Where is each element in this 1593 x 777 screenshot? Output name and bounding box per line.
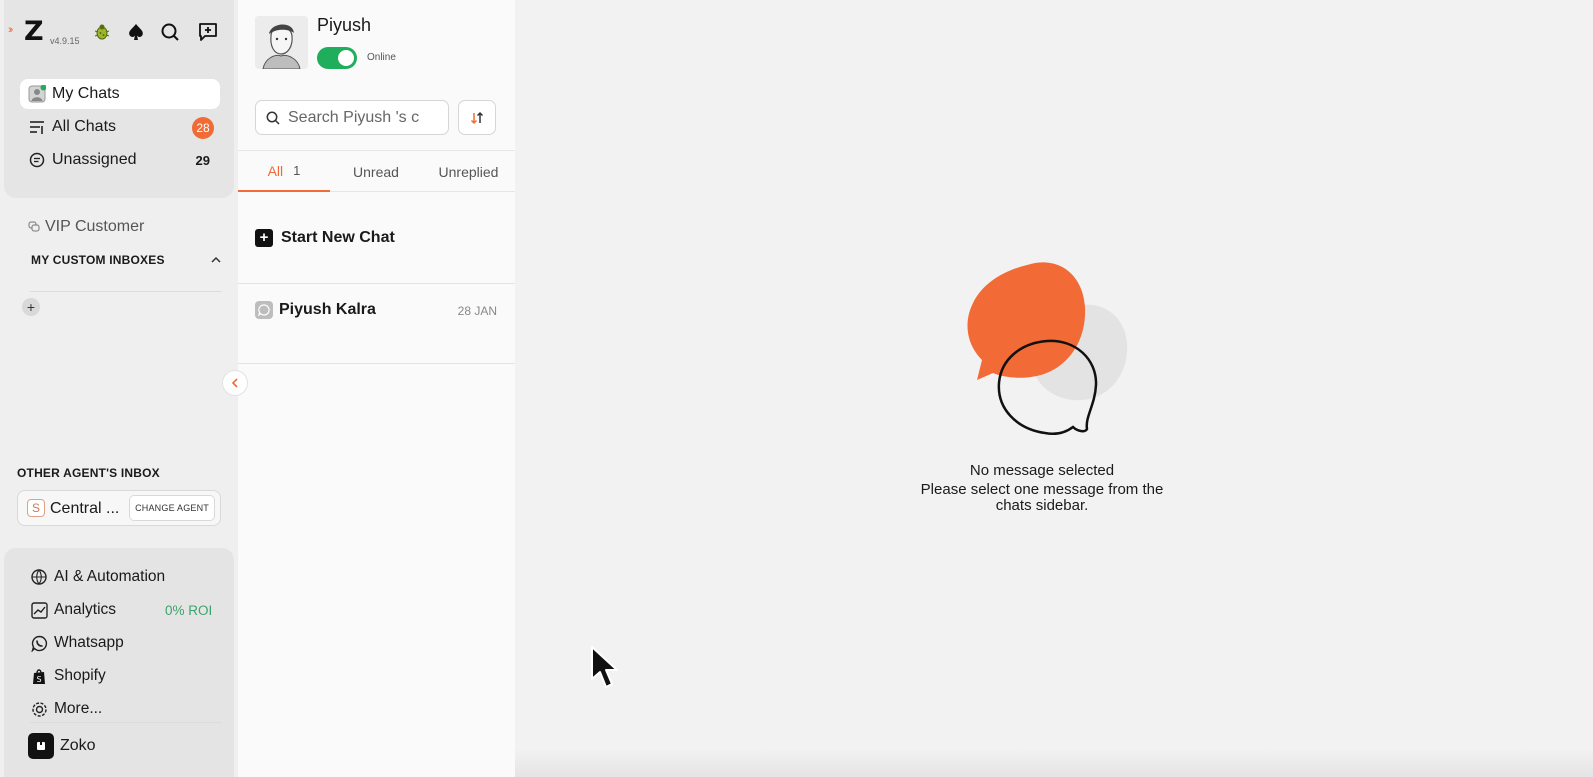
agent-selector[interactable]: S Central ... CHANGE AGENT — [17, 490, 221, 526]
tab-count: 1 — [293, 163, 301, 178]
app-version: v4.9.15 — [50, 36, 80, 46]
agent-name: Central ... — [50, 500, 120, 517]
divider — [30, 722, 222, 723]
bottom-fade — [515, 749, 1593, 777]
nav-ai-automation[interactable]: AI & Automation — [30, 565, 165, 589]
tab-label: Unread — [353, 163, 399, 180]
start-new-chat-label: Start New Chat — [281, 229, 395, 246]
nav-label: Analytics — [54, 601, 117, 618]
other-agents-heading: OTHER AGENT'S INBOX — [17, 466, 160, 480]
bug-icon[interactable] — [90, 20, 114, 44]
add-inbox-button[interactable]: + — [22, 298, 40, 316]
empty-state-line: Please select one message from the — [920, 481, 1164, 498]
svg-text:S: S — [36, 675, 41, 684]
chats-icon — [28, 221, 40, 233]
user-avatar-icon — [28, 85, 46, 103]
chat-list-panel: Piyush Online All 1 Unread Unreplied + S… — [238, 0, 515, 777]
online-status-toggle[interactable] — [317, 47, 357, 69]
empty-state-line: chats sidebar. — [995, 497, 1089, 514]
zoko-logo[interactable]: Z — [24, 18, 50, 46]
nav-label: Whatsapp — [54, 634, 124, 651]
brand-label: Zoko — [60, 737, 96, 754]
empty-chat-illustration — [967, 262, 1128, 435]
nav-item-label: My Chats — [52, 85, 120, 102]
chevron-left-icon — [231, 378, 238, 388]
divider — [238, 283, 515, 284]
nav-item-my-chats[interactable]: My Chats — [20, 79, 220, 109]
agent-initial: S — [27, 499, 45, 517]
online-status-label: Online — [367, 52, 396, 63]
unassigned-count: 29 — [195, 153, 210, 168]
chart-icon — [30, 601, 48, 619]
chat-list-item[interactable]: Piyush Kalra 28 JAN — [255, 300, 497, 322]
gear-icon — [30, 700, 48, 718]
expand-nav-icon[interactable]: ›› — [8, 24, 14, 36]
roi-value: 0% ROI — [165, 603, 213, 618]
search-input[interactable] — [288, 108, 438, 127]
tab-label: Unreplied — [438, 163, 499, 180]
chat-date: 28 JAN — [457, 304, 497, 318]
filter-list-icon — [28, 118, 46, 136]
nav-item-label: All Chats — [52, 118, 117, 135]
chat-filter-tabs: All 1 Unread Unreplied — [238, 150, 515, 192]
empty-state-title: No message selected — [969, 462, 1115, 479]
inbox-vip-customer[interactable]: VIP Customer — [28, 218, 144, 236]
tab-unreplied[interactable]: Unreplied — [422, 151, 515, 192]
chat-search[interactable] — [255, 100, 449, 135]
start-new-chat-button[interactable]: + Start New Chat — [255, 229, 395, 247]
all-chats-count-badge: 28 — [192, 117, 214, 139]
search-icon — [266, 111, 280, 125]
nav-item-all-chats[interactable]: All Chats 28 — [20, 112, 220, 142]
nav-whatsapp[interactable]: Whatsapp — [30, 631, 124, 655]
new-message-icon[interactable] — [196, 20, 220, 44]
search-icon[interactable] — [158, 20, 182, 44]
divider — [30, 291, 222, 292]
nav-shopify[interactable]: S Shopify — [30, 664, 106, 688]
sort-arrows-icon — [470, 111, 484, 124]
nav-item-label: Unassigned — [52, 151, 137, 168]
tab-label: All — [267, 162, 284, 179]
divider — [238, 363, 515, 364]
change-agent-button[interactable]: CHANGE AGENT — [129, 495, 215, 521]
ai-icon — [30, 568, 48, 586]
conversation-pane: No message selected Please select one me… — [515, 0, 1593, 777]
spade-icon[interactable] — [124, 20, 148, 44]
plus-icon: + — [255, 229, 273, 247]
user-name: Piyush — [317, 15, 372, 35]
zoko-brand-link[interactable]: Zoko — [28, 733, 96, 759]
nav-label: Shopify — [54, 667, 106, 684]
chevron-up-icon[interactable] — [210, 255, 222, 265]
nav-more[interactable]: More... — [30, 697, 102, 721]
sort-button[interactable] — [458, 100, 496, 135]
vip-customer-label: VIP Customer — [45, 218, 145, 235]
empty-state-message: Please select one message from the chats… — [855, 482, 1229, 514]
whatsapp-icon — [30, 634, 48, 652]
brand-row: ›› Z v4.9.15 — [6, 18, 228, 50]
nav-label: AI & Automation — [54, 568, 166, 585]
chat-bubble-icon — [28, 151, 46, 169]
user-avatar[interactable] — [255, 16, 308, 69]
tab-all[interactable]: All 1 — [238, 151, 330, 192]
nav-analytics[interactable]: Analytics — [30, 598, 116, 622]
mouse-cursor-icon — [591, 646, 618, 688]
custom-inboxes-heading: MY CUSTOM INBOXES — [31, 253, 165, 267]
tab-unread[interactable]: Unread — [330, 151, 422, 192]
contact-name: Piyush Kalra — [279, 301, 376, 318]
left-nav: ›› Z v4.9.15 My Chats All Chats 28 Unass… — [0, 0, 238, 777]
nav-label: More... — [54, 700, 103, 717]
zoko-logo-icon — [28, 733, 54, 759]
shopify-icon: S — [30, 667, 48, 685]
nav-item-unassigned[interactable]: Unassigned 29 — [20, 145, 220, 175]
whatsapp-icon — [255, 301, 273, 319]
avatar-illustration — [255, 16, 308, 69]
collapse-sidebar-button[interactable] — [222, 370, 248, 396]
